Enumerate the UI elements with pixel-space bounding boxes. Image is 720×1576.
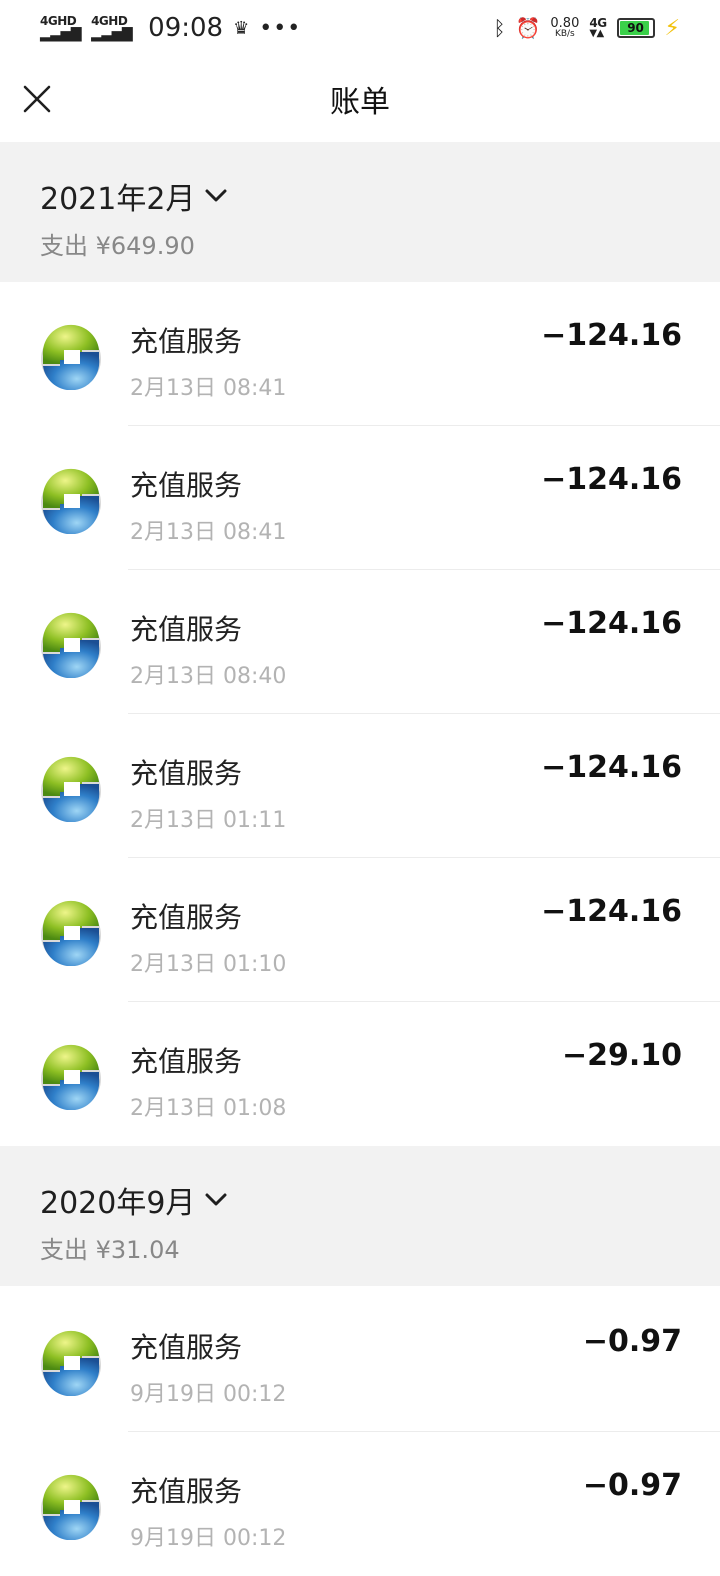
page-title: 账单	[330, 85, 390, 120]
signal-bars-icon: ▂▃▅▇	[91, 26, 133, 42]
month-header: 2020年9月 支出 ¥31.04	[0, 1146, 720, 1286]
transaction-title: 充值服务	[130, 613, 243, 646]
transaction-amount: −124.16	[541, 894, 682, 929]
transaction-title: 充值服务	[130, 1045, 243, 1078]
battery-icon: 90	[616, 18, 655, 38]
transaction-title: 充值服务	[130, 901, 243, 934]
transaction-amount: −124.16	[541, 750, 682, 785]
merchant-logo-icon	[41, 612, 101, 678]
chevron-down-icon	[205, 1193, 227, 1206]
network-speed: 0.80 KB/s	[550, 17, 579, 39]
transaction-row[interactable]: 充值服务 2月13日 01:08 −29.10	[0, 1002, 720, 1146]
charging-bolt-icon: ⚡	[664, 15, 680, 41]
network-speed-unit: KB/s	[554, 29, 575, 39]
transaction-amount: −0.97	[582, 1324, 682, 1359]
transaction-row[interactable]: 充值服务 2月13日 08:41 −124.16	[0, 282, 720, 426]
transaction-amount: −0.97	[582, 1468, 682, 1503]
transaction-row[interactable]: 充值服务 2月13日 01:11 −124.16	[0, 714, 720, 858]
merchant-logo-icon	[41, 1474, 101, 1540]
transaction-time: 2月13日 01:11	[130, 808, 287, 833]
transaction-title: 充值服务	[130, 1331, 243, 1364]
transaction-row[interactable]: 充值服务 2月13日 08:40 −124.16	[0, 570, 720, 714]
signal-bars-icon: ▂▃▅▇	[40, 26, 82, 42]
transaction-amount: −124.16	[541, 462, 682, 497]
transaction-time: 2月13日 08:41	[130, 376, 287, 401]
month-selector[interactable]: 2021年2月	[40, 174, 227, 218]
transaction-title: 充值服务	[130, 469, 243, 502]
transaction-amount: −124.16	[541, 318, 682, 353]
merchant-logo-icon	[41, 468, 101, 534]
signal-3: 4G ▼▲	[589, 17, 607, 39]
transaction-row[interactable]: 充值服务 2月13日 01:10 −124.16	[0, 858, 720, 1002]
month-label: 2021年2月	[40, 182, 196, 217]
merchant-logo-icon	[41, 900, 101, 966]
bluetooth-icon: ᛒ	[493, 16, 506, 40]
nav-bar: 账单	[0, 56, 720, 142]
data-arrows-icon: ▼▲	[589, 28, 604, 39]
month-label: 2020年9月	[40, 1186, 196, 1221]
signal-2: 4GHD ▂▃▅▇	[91, 15, 133, 42]
transaction-row[interactable]: 充值服务 9月19日 00:12 −0.97	[0, 1432, 720, 1576]
signal-1: 4GHD ▂▃▅▇	[40, 15, 82, 42]
month-header: 2021年2月 支出 ¥649.90	[0, 142, 720, 282]
transaction-time: 2月13日 01:10	[130, 952, 287, 977]
status-left: 4GHD ▂▃▅▇ 4GHD ▂▃▅▇ 09:08 ♛ •••	[40, 13, 301, 43]
merchant-logo-icon	[41, 1044, 101, 1110]
merchant-logo-icon	[41, 1330, 101, 1396]
transaction-time: 2月13日 01:08	[130, 1096, 287, 1121]
transaction-row[interactable]: 充值服务 9月19日 00:12 −0.97	[0, 1288, 720, 1432]
battery-level: 90	[627, 21, 644, 35]
merchant-logo-icon	[41, 756, 101, 822]
transaction-title: 充值服务	[130, 757, 243, 790]
chevron-down-icon	[205, 189, 227, 202]
month-summary: 支出 ¥31.04	[40, 1236, 180, 1264]
status-bar: 4GHD ▂▃▅▇ 4GHD ▂▃▅▇ 09:08 ♛ ••• ᛒ ⏰ 0.80…	[0, 0, 720, 56]
month-selector[interactable]: 2020年9月	[40, 1178, 227, 1222]
close-button[interactable]	[22, 84, 52, 114]
transaction-title: 充值服务	[130, 325, 243, 358]
month-summary: 支出 ¥649.90	[40, 232, 195, 260]
more-dots-icon: •••	[259, 15, 302, 41]
status-time: 09:08	[148, 13, 224, 43]
transaction-time: 2月13日 08:40	[130, 664, 287, 689]
close-icon	[23, 85, 51, 113]
alarm-icon: ⏰	[515, 16, 541, 40]
transaction-row[interactable]: 充值服务 2月13日 08:41 −124.16	[0, 426, 720, 570]
merchant-logo-icon	[41, 324, 101, 390]
crown-icon: ♛	[233, 17, 250, 39]
transaction-amount: −124.16	[541, 606, 682, 641]
transaction-time: 2月13日 08:41	[130, 520, 287, 545]
transaction-amount: −29.10	[561, 1038, 682, 1073]
transaction-time: 9月19日 00:12	[130, 1382, 287, 1407]
transaction-title: 充值服务	[130, 1475, 243, 1508]
status-right: ᛒ ⏰ 0.80 KB/s 4G ▼▲ 90 ⚡	[493, 16, 680, 41]
transaction-time: 9月19日 00:12	[130, 1526, 287, 1551]
